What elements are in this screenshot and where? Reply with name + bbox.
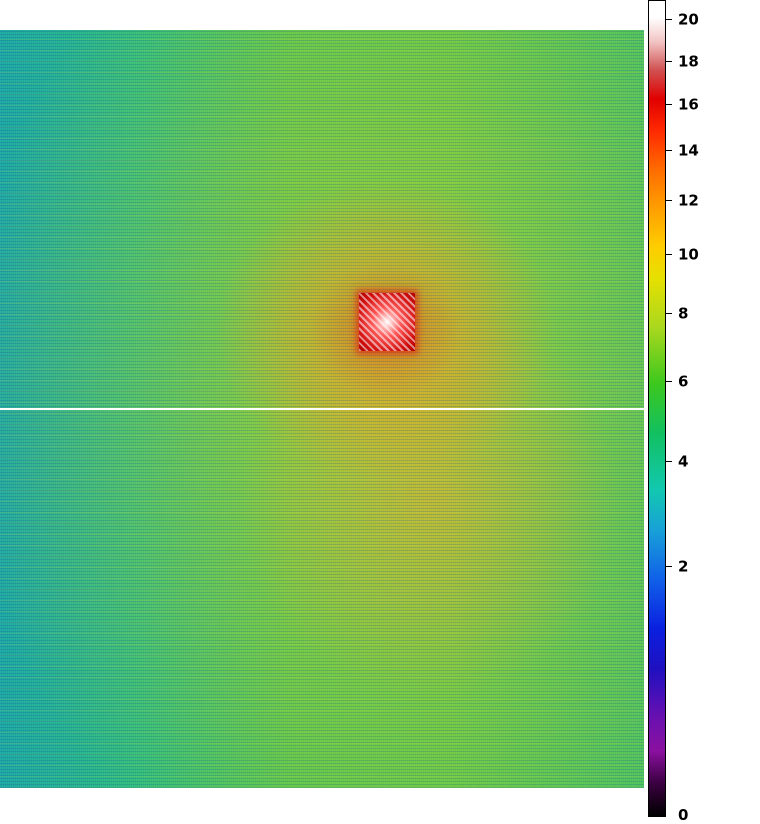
colorbar-tick xyxy=(666,61,672,62)
colorbar-tick-label: 10 xyxy=(678,245,699,264)
colorbar-tick xyxy=(666,313,672,314)
bright-row-streak xyxy=(0,408,644,410)
colorbar-tick-label: 6 xyxy=(678,372,689,391)
colorbar-tick-label: 4 xyxy=(678,452,689,471)
colorbar-tick-label: 8 xyxy=(678,304,689,323)
colorbar-tick-label: 14 xyxy=(678,141,699,160)
colorbar-tick xyxy=(666,150,672,151)
colorbar-tick xyxy=(666,461,672,462)
colorbar-tick xyxy=(666,381,672,382)
colorbar-tick-label: 18 xyxy=(678,52,699,71)
colorbar-tick xyxy=(666,200,672,201)
colorbar-tick-label: 20 xyxy=(678,10,699,29)
colorbar-tick xyxy=(666,254,672,255)
colorbar-tick xyxy=(666,19,672,20)
colorbar-tick-label: 16 xyxy=(678,95,699,114)
colorbar-tick xyxy=(666,566,672,567)
intensity-image xyxy=(0,30,644,788)
bright-source-region xyxy=(359,293,415,351)
colorbar-tick-label: 12 xyxy=(678,191,699,210)
colorbar-tick-label: 0 xyxy=(678,806,689,824)
colorbar-tick xyxy=(666,104,672,105)
colorbar xyxy=(648,0,666,817)
colorbar-tick-label: 2 xyxy=(678,557,689,576)
